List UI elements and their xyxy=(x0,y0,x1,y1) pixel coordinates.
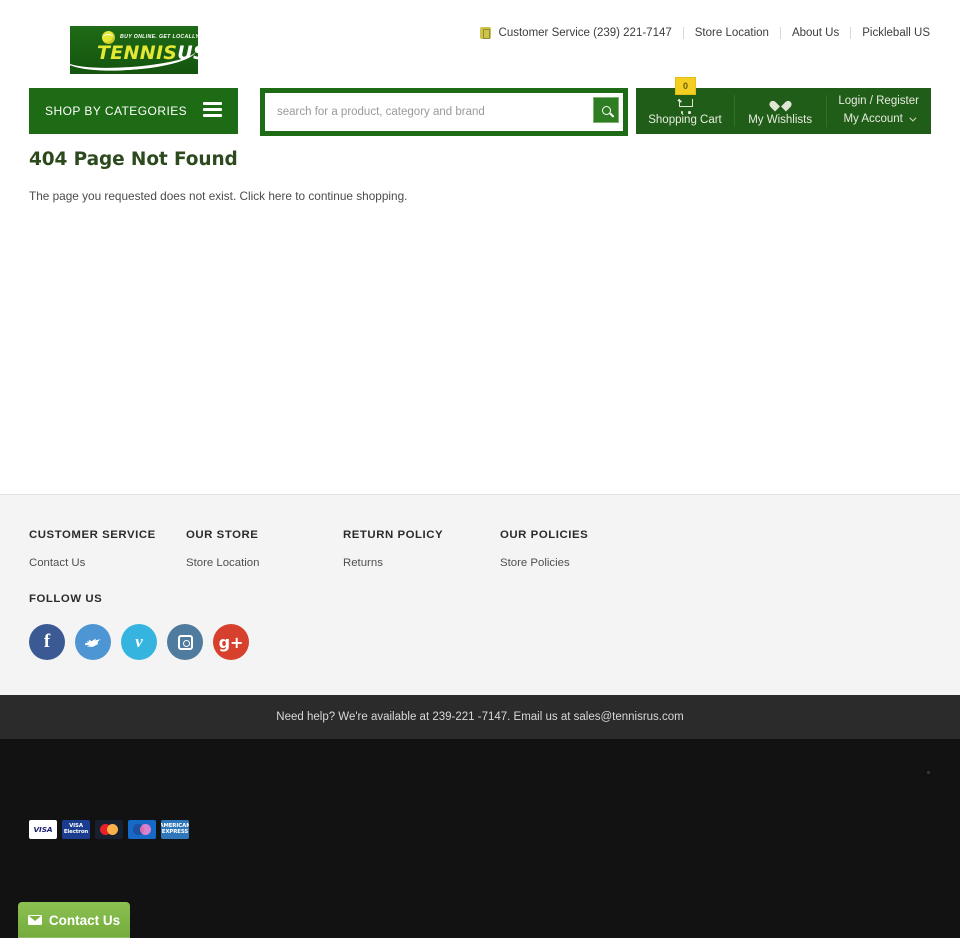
vimeo-icon[interactable]: v xyxy=(121,624,157,660)
contact-us-widget[interactable]: Contact Us xyxy=(18,902,130,938)
chevron-down-icon xyxy=(909,114,917,123)
top-nav-customer-service-label[interactable]: Customer Service (239) 221-7147 xyxy=(499,27,672,39)
help-bar: Need help? We're available at 239-221 -7… xyxy=(0,695,960,739)
logo-brand-tennis: TENNIS xyxy=(97,42,178,64)
account-bar: 0 Shopping Cart My Wishlists Login / Reg… xyxy=(636,77,931,134)
top-nav-store-location-label[interactable]: Store Location xyxy=(695,27,769,39)
heart-icon xyxy=(774,96,787,111)
footer-column-our-store: OUR STORE Store Location xyxy=(186,529,343,569)
american-express-icon: AMERICAN EXPRESS xyxy=(161,820,189,839)
logo-brand-us: US xyxy=(177,42,198,64)
shopping-cart-label: Shopping Cart xyxy=(648,114,722,126)
page-root: BUY ONLINE. GET LOCALLY! TENNISUS Custom… xyxy=(0,0,960,938)
footer-heading-customer-service: CUSTOMER SERVICE xyxy=(29,529,156,541)
follow-us-heading: FOLLOW US xyxy=(29,593,103,605)
my-account-row[interactable]: My Account xyxy=(838,111,919,129)
help-bar-text: Need help? We're available at 239-221 -7… xyxy=(276,711,684,723)
logo-tagline: BUY ONLINE. GET LOCALLY! xyxy=(120,34,198,40)
footer-heading-our-store: OUR STORE xyxy=(186,529,259,541)
footer-column-return-policy: RETURN POLICY Returns xyxy=(343,529,500,569)
my-account-label: My Account xyxy=(843,113,903,125)
login-register-link[interactable]: Login / Register xyxy=(838,93,919,111)
footer-column-customer-service: CUSTOMER SERVICE Contact Us xyxy=(29,529,186,569)
shopping-cart-button[interactable]: 0 Shopping Cart xyxy=(636,77,734,134)
follow-us-section: FOLLOW US f v g+ xyxy=(29,593,249,660)
main-content: 404 Page Not Found The page you requeste… xyxy=(0,145,960,203)
logo-brand: TENNISUS xyxy=(97,42,198,64)
top-nav-pickleball-us-label[interactable]: Pickleball US xyxy=(862,27,930,39)
search-inner xyxy=(265,93,623,131)
page-message: The page you requested does not exist. C… xyxy=(29,189,960,203)
site-footer: CUSTOMER SERVICE Contact Us OUR STORE St… xyxy=(0,494,960,695)
top-nav-customer-service[interactable]: Customer Service (239) 221-7147 xyxy=(469,27,683,39)
visa-electron-icon: VISA Electron xyxy=(62,820,90,839)
footer-columns: CUSTOMER SERVICE Contact Us OUR STORE St… xyxy=(29,529,729,569)
search-button[interactable] xyxy=(593,97,619,123)
top-utility-bar: BUY ONLINE. GET LOCALLY! TENNISUS Custom… xyxy=(0,0,960,74)
top-navigation: Customer Service (239) 221-7147 Store Lo… xyxy=(469,27,930,39)
envelope-icon xyxy=(27,915,42,925)
phone-icon xyxy=(479,27,491,39)
decorative-dot xyxy=(927,771,930,774)
payment-methods: VISA VISA Electron AMERICAN EXPRESS xyxy=(29,820,189,839)
top-nav-about-us-label[interactable]: About Us xyxy=(792,27,839,39)
google-plus-icon[interactable]: g+ xyxy=(213,624,249,660)
hamburger-icon[interactable] xyxy=(203,102,222,117)
bottom-bar: VISA VISA Electron AMERICAN EXPRESS xyxy=(0,739,960,938)
wishlist-button[interactable]: My Wishlists xyxy=(734,88,826,134)
search-input[interactable] xyxy=(265,93,623,131)
top-nav-about-us[interactable]: About Us xyxy=(779,27,850,39)
site-logo[interactable]: BUY ONLINE. GET LOCALLY! TENNISUS xyxy=(70,26,198,74)
footer-column-our-policies: OUR POLICIES Store Policies xyxy=(500,529,657,569)
maestro-icon xyxy=(128,820,156,839)
contact-us-label: Contact Us xyxy=(48,912,121,928)
search-icon xyxy=(599,103,613,117)
social-links: f v g+ xyxy=(29,624,249,660)
page-message-before: The page you requested does not exist. C… xyxy=(29,189,269,203)
twitter-icon[interactable] xyxy=(75,624,111,660)
top-nav-store-location[interactable]: Store Location xyxy=(682,27,780,39)
wishlist-label: My Wishlists xyxy=(748,114,813,126)
footer-heading-our-policies: OUR POLICIES xyxy=(500,529,589,541)
page-title: 404 Page Not Found xyxy=(29,149,238,170)
cart-count-badge: 0 xyxy=(675,77,696,95)
mastercard-icon xyxy=(95,820,123,839)
footer-link-contact-us[interactable]: Contact Us xyxy=(29,557,186,569)
page-message-after: to continue shopping. xyxy=(291,189,408,203)
shop-by-categories-button[interactable]: SHOP BY CATEGORIES xyxy=(29,88,238,134)
footer-link-returns[interactable]: Returns xyxy=(343,557,500,569)
footer-link-store-policies[interactable]: Store Policies xyxy=(500,557,657,569)
shop-by-categories-label: SHOP BY CATEGORIES xyxy=(45,104,188,118)
cart-icon xyxy=(678,96,693,114)
footer-heading-return-policy: RETURN POLICY xyxy=(343,529,444,541)
continue-shopping-link[interactable]: here xyxy=(268,189,292,203)
account-stack: Login / Register My Account xyxy=(838,93,919,129)
account-menu[interactable]: Login / Register My Account xyxy=(826,88,931,134)
header-nav-row: SHOP BY CATEGORIES 0 Shopp xyxy=(0,77,960,136)
top-nav-pickleball-us[interactable]: Pickleball US xyxy=(850,27,930,39)
visa-icon: VISA xyxy=(29,820,57,839)
footer-link-store-location[interactable]: Store Location xyxy=(186,557,343,569)
search-bar xyxy=(260,88,628,136)
facebook-icon[interactable]: f xyxy=(29,624,65,660)
instagram-icon[interactable] xyxy=(167,624,203,660)
